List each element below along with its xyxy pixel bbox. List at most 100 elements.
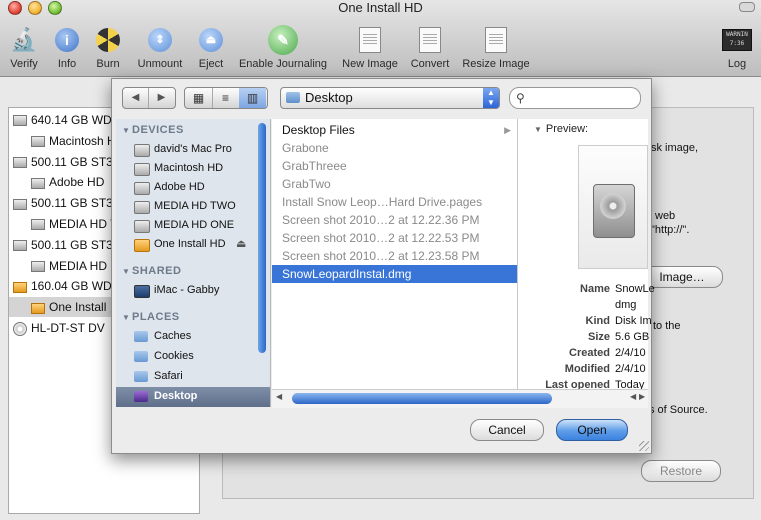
source-item-desktop[interactable]: Desktop [116,387,270,407]
disk-list-item[interactable]: 500.11 GB ST3 [13,193,113,213]
horizontal-scrollbar[interactable]: ◀ ◀ ▶ [272,389,648,408]
disk-list-item[interactable]: Adobe HD [31,172,104,192]
source-item-media-hd-two[interactable]: MEDIA HD TWO [116,197,270,216]
scroll-left-icon[interactable]: ◀ [276,392,282,401]
disk-list-item[interactable]: 640.14 GB WD [13,110,112,130]
convert-button[interactable]: Convert [408,26,452,70]
file-name: SnowLeopardInstal.dmg [282,267,412,281]
resize-image-button[interactable]: Resize Image [460,26,532,70]
toolbar-toggle-button[interactable] [739,2,755,12]
column-view-icon[interactable]: ▥ [239,88,266,108]
places-header: PLACES [132,311,180,323]
back-arrow-icon[interactable]: ◀ [123,88,149,108]
hard-drive-icon [31,136,45,148]
devices-header: DEVICES [132,124,184,136]
file-name: Desktop Files [282,123,355,137]
convert-icon [419,27,441,53]
new-image-button[interactable]: New Image [340,26,400,70]
disclosure-triangle-icon[interactable]: ▼ [534,125,542,134]
unmount-button[interactable]: ⇕ Unmount [132,26,188,70]
disk-list-item[interactable]: MEDIA HD T [31,214,117,234]
source-list[interactable]: ▼ DEVICES david's Mac Pro Macintosh HD A… [116,119,271,407]
new-image-icon [359,27,381,53]
disk-list-item[interactable]: HL-DT-ST DV [13,318,105,338]
disk-label: 500.11 GB ST3 [31,237,113,252]
eject-icon[interactable]: ⏏ [236,235,246,254]
source-item-adobe-hd[interactable]: Adobe HD [116,178,270,197]
source-item-mac-pro[interactable]: david's Mac Pro [116,140,270,159]
web-text: web [655,210,676,222]
enable-journaling-button[interactable]: ✎ Enable Journaling [236,25,330,70]
search-input[interactable]: ⚲ [509,87,641,109]
scroll-right-icon[interactable]: ▶ [639,392,645,401]
source-item-macintosh-hd[interactable]: Macintosh HD [116,159,270,178]
disk-label: MEDIA HD T [49,217,118,231]
source-item-media-hd-one[interactable]: MEDIA HD ONE [116,216,270,235]
disk-list-item[interactable]: MEDIA HD O [31,256,120,276]
desktop-folder-icon [134,391,148,402]
folder-row[interactable]: Desktop Files ▶ [272,121,517,139]
disk-list-item[interactable]: 500.11 GB ST3 [13,235,113,255]
icon-view-icon[interactable]: ▦ [185,88,213,108]
source-item-caches[interactable]: Caches [116,327,270,346]
shared-header: SHARED [132,265,182,277]
source-item-safari[interactable]: Safari [116,367,270,386]
of-source-text: s of Source. [649,404,708,416]
disk-label: One Install [49,300,107,315]
disclosure-triangle-icon[interactable]: ▼ [122,267,130,276]
meta-value: SnowLe [615,283,655,295]
folder-icon [134,331,148,342]
source-item-imac-gabby[interactable]: iMac - Gabby [116,281,270,300]
scroll-left-icon[interactable]: ◀ [630,392,636,401]
source-list-scrollbar[interactable] [258,123,266,353]
eject-button[interactable]: ⏏ Eject [196,26,226,70]
meta-value: Disk Im [615,315,652,327]
forward-arrow-icon[interactable]: ▶ [149,88,174,108]
restore-button[interactable]: Restore [641,460,721,482]
resize-grip-icon[interactable] [639,441,649,451]
meta-key: Size [587,331,610,343]
info-button[interactable]: i Info [52,26,82,70]
file-row[interactable]: SnowLeopardInstal.dmg [272,265,517,283]
file-column[interactable]: Desktop Files ▶ Grabone GrabThreee GrabTwo In… [272,119,518,407]
folder-icon [286,92,300,103]
file-row: Install Snow Leop…Hard Drive.pages [272,193,517,211]
hard-drive-icon [31,260,45,272]
disclosure-triangle-icon[interactable]: ▼ [122,313,130,322]
location-popup[interactable]: Desktop ▲ ▼ [280,87,500,109]
disk-label: MEDIA HD O [49,258,120,273]
list-view-icon[interactable]: ≡ [212,88,240,108]
back-forward-control[interactable]: ◀ ▶ [122,87,176,109]
http-text: "http://". [651,224,690,236]
disk-label: Adobe HD [49,175,105,190]
disclosure-triangle-icon[interactable]: ▼ [122,126,130,135]
disk-list-item[interactable]: 500.11 GB ST3 [13,152,113,172]
popup-arrows-icon: ▲ ▼ [483,88,499,108]
location-label: Desktop [305,90,353,105]
view-mode-control[interactable]: ▦ ≡ ▥ [184,87,268,109]
disk-list-item[interactable]: 160.04 GB WD [13,276,112,296]
source-item-cookies[interactable]: Cookies [116,347,270,366]
scroll-thumb[interactable] [292,393,552,404]
file-row: Screen shot 2010…2 at 12.23.58 PM [272,247,517,265]
file-row: Screen shot 2010…2 at 12.22.53 PM [272,229,517,247]
hard-drive-icon [134,163,150,176]
file-row: Grabone [272,139,517,157]
file-name: Grabone [282,141,329,155]
burn-button[interactable]: Burn [92,26,124,70]
verify-button[interactable]: 🔬 Verify [6,26,42,70]
file-row: Screen shot 2010…2 at 12.22.36 PM [272,211,517,229]
log-button[interactable]: WARNIN 7:36 Log [720,26,754,70]
cancel-button[interactable]: Cancel [470,419,544,441]
burn-icon [96,28,120,52]
source-item-one-install-hd[interactable]: One Install HD ⏏ [116,235,270,254]
hard-drive-icon [13,115,27,127]
disk-label: HL-DT-ST DV [31,321,105,335]
folder-icon [134,351,148,362]
open-button[interactable]: Open [556,419,628,441]
file-name: GrabThreee [282,159,347,173]
disk-label: 500.11 GB ST3 [31,154,113,169]
disk-list-item[interactable]: Macintosh H [31,131,116,151]
meta-key: Modified [564,363,610,375]
log-console-icon: WARNIN 7:36 [722,29,752,51]
